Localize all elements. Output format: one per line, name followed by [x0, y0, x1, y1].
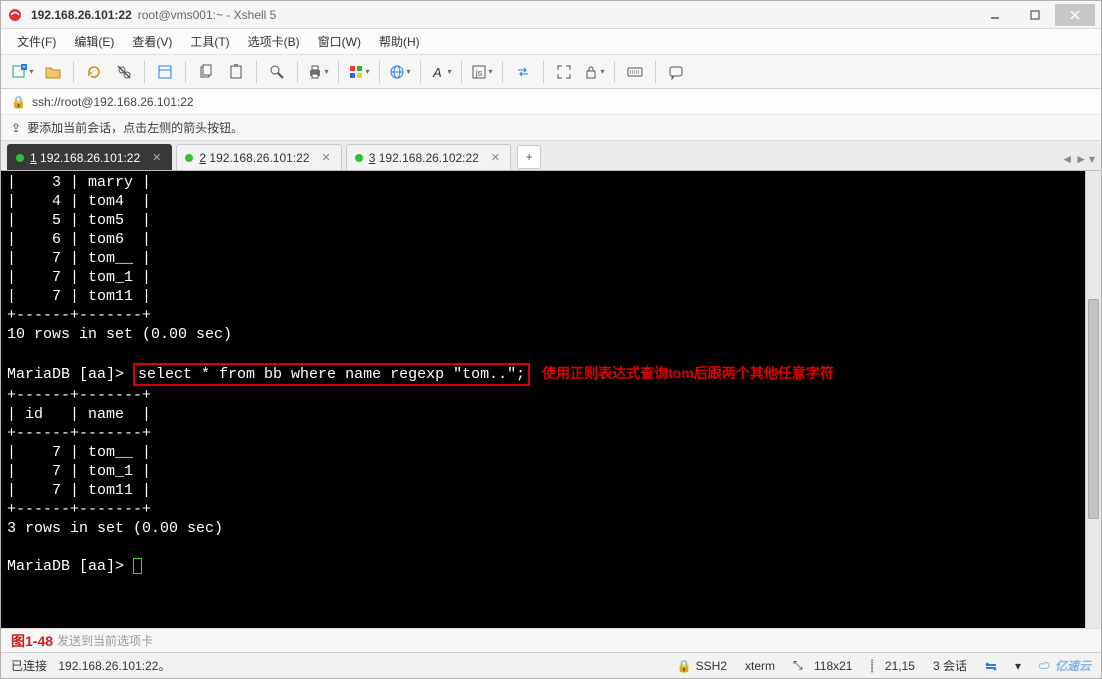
menu-tabs[interactable]: 选项卡(B)	[242, 31, 306, 52]
status-dot-icon	[16, 154, 24, 162]
new-session-icon[interactable]: +▾	[9, 59, 37, 85]
app-icon	[7, 7, 23, 23]
tab-scroll-left-icon[interactable]: ◄	[1061, 152, 1073, 166]
help-icon[interactable]	[662, 59, 690, 85]
window-title-sub: root@vms001:~ - Xshell 5	[138, 8, 277, 22]
menu-help[interactable]: 帮助(H)	[373, 31, 426, 52]
address-bar: 🔒 ssh://root@192.168.26.101:22	[1, 89, 1101, 115]
session-tab-1[interactable]: 1 192.168.26.101:22 ✕	[7, 144, 172, 170]
status-cursor: ⸽ 21,15	[870, 657, 914, 674]
compose-placeholder: 发送到当前选项卡	[57, 632, 153, 649]
compose-bar[interactable]: 图1-48 发送到当前选项卡	[1, 628, 1101, 652]
status-dot-icon	[355, 154, 363, 162]
tab-label: 1 192.168.26.101:22	[30, 151, 140, 165]
hint-text: 要添加当前会话，点击左侧的箭头按钮。	[27, 119, 243, 136]
script-icon[interactable]: js▾	[468, 59, 496, 85]
status-bar: 已连接 192.168.26.101:22。 🔒SSH2 xterm ⤡ 118…	[1, 652, 1101, 678]
maximize-button[interactable]	[1015, 4, 1055, 26]
svg-text:A: A	[432, 65, 442, 80]
tab-label: 2 192.168.26.101:22	[199, 151, 309, 165]
tab-label: 3 192.168.26.102:22	[369, 151, 479, 165]
status-term: xterm	[745, 659, 775, 673]
vertical-scrollbar[interactable]	[1085, 171, 1101, 628]
toolbar-sep	[379, 61, 380, 83]
toolbar-sep	[338, 61, 339, 83]
brand-logo: 亿速云	[1039, 657, 1091, 674]
toolbar-sep	[543, 61, 544, 83]
session-tab-3[interactable]: 3 192.168.26.102:22 ✕	[346, 144, 511, 170]
menu-edit[interactable]: 编辑(E)	[68, 31, 120, 52]
lock-icon[interactable]: ▾	[580, 59, 608, 85]
toolbar-sep	[614, 61, 615, 83]
toolbar-sep	[144, 61, 145, 83]
toolbar-sep	[461, 61, 462, 83]
toolbar-sep	[297, 61, 298, 83]
titlebar: 192.168.26.101:22 root@vms001:~ - Xshell…	[1, 1, 1101, 29]
menu-window[interactable]: 窗口(W)	[312, 31, 367, 52]
terminal-area[interactable]: | 3 | marry | | 4 | tom4 | | 5 | tom5 | …	[1, 171, 1101, 628]
status-size: ⤡ 118x21	[793, 658, 852, 673]
reconnect-icon[interactable]	[80, 59, 108, 85]
open-icon[interactable]	[39, 59, 67, 85]
status-connected: 已连接 192.168.26.101:22。	[11, 657, 170, 674]
menu-view[interactable]: 查看(V)	[126, 31, 178, 52]
toolbar-sep	[502, 61, 503, 83]
toolbar-sep	[420, 61, 421, 83]
keyboard-icon[interactable]	[621, 59, 649, 85]
toolbar-sep	[73, 61, 74, 83]
font-icon[interactable]: A▾	[427, 59, 455, 85]
svg-text:js: js	[475, 68, 483, 78]
status-sessions: 3 会话	[933, 657, 967, 674]
status-menu-icon[interactable]: ▾	[1015, 659, 1021, 673]
figure-label: 图1-48	[11, 631, 53, 651]
add-tab-button[interactable]: +	[517, 145, 541, 169]
close-button[interactable]	[1055, 4, 1095, 26]
find-icon[interactable]	[263, 59, 291, 85]
svg-text:+: +	[23, 65, 27, 71]
tab-menu-icon[interactable]: ▾	[1089, 152, 1095, 166]
toolbar-sep	[655, 61, 656, 83]
resize-icon: ⤡	[793, 658, 803, 673]
globe-icon[interactable]: ▾	[386, 59, 414, 85]
minimize-button[interactable]	[975, 4, 1015, 26]
toolbar: +▾ ▾ ▾ ▾ A▾ js▾ ▾	[1, 55, 1101, 89]
address-text[interactable]: ssh://root@192.168.26.101:22	[32, 95, 194, 109]
tab-close-icon[interactable]: ✕	[491, 151, 500, 164]
tab-close-icon[interactable]: ✕	[322, 151, 331, 164]
fullscreen-icon[interactable]	[550, 59, 578, 85]
properties-icon[interactable]	[151, 59, 179, 85]
window-title-main: 192.168.26.101:22	[31, 8, 132, 22]
color-icon[interactable]: ▾	[345, 59, 373, 85]
scrollbar-thumb[interactable]	[1088, 299, 1099, 519]
status-dot-icon	[185, 154, 193, 162]
lock-icon: 🔒	[677, 659, 692, 673]
paste-icon[interactable]	[222, 59, 250, 85]
menu-tools[interactable]: 工具(T)	[184, 31, 235, 52]
transfer-icon[interactable]	[509, 59, 537, 85]
toolbar-sep	[256, 61, 257, 83]
hint-bar: ⇪ 要添加当前会话，点击左侧的箭头按钮。	[1, 115, 1101, 141]
status-protocol: 🔒SSH2	[677, 659, 727, 673]
hint-arrow-icon[interactable]: ⇪	[11, 121, 21, 135]
menu-file[interactable]: 文件(F)	[11, 31, 62, 52]
tabs-row: 1 192.168.26.101:22 ✕ 2 192.168.26.101:2…	[1, 141, 1101, 171]
tab-close-icon[interactable]: ✕	[152, 151, 161, 164]
status-updown-icon[interactable]	[985, 660, 997, 672]
cursor-icon: ⸽	[870, 657, 873, 674]
menubar: 文件(F) 编辑(E) 查看(V) 工具(T) 选项卡(B) 窗口(W) 帮助(…	[1, 29, 1101, 55]
toolbar-sep	[185, 61, 186, 83]
ssh-lock-icon: 🔒	[11, 95, 26, 109]
terminal-output[interactable]: | 3 | marry | | 4 | tom4 | | 5 | tom5 | …	[1, 171, 1101, 578]
print-icon[interactable]: ▾	[304, 59, 332, 85]
tab-scroll-right-icon[interactable]: ►	[1075, 152, 1087, 166]
copy-icon[interactable]	[192, 59, 220, 85]
session-tab-2[interactable]: 2 192.168.26.101:22 ✕	[176, 144, 341, 170]
disconnect-icon[interactable]	[110, 59, 138, 85]
